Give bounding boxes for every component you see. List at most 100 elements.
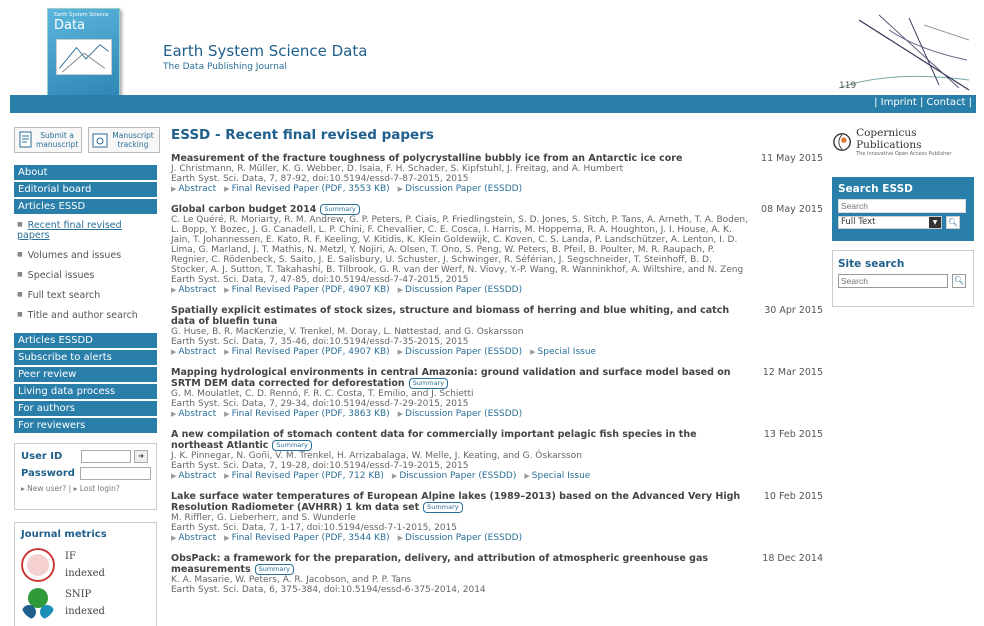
paper-link[interactable]: Abstract [178,347,216,357]
paper-link[interactable]: Abstract [178,533,216,543]
imprint-contact-links[interactable]: | Imprint | Contact | [874,97,972,108]
paper-title-text[interactable]: Global carbon budget 2014 [171,204,316,215]
paper-link[interactable]: Discussion Paper (ESSDD) [399,471,516,481]
summary-badge[interactable]: Summary [320,204,360,215]
subnav-item[interactable]: ■ Full text search [14,287,157,307]
paper-link[interactable]: Abstract [178,409,216,419]
paper-link[interactable]: Discussion Paper (ESSDD) [405,533,522,543]
paper-link[interactable]: Discussion Paper (ESSDD) [405,184,522,194]
paper-title-text[interactable]: Measurement of the fracture toughness of… [171,153,682,164]
arrow-icon: ▶ [171,185,177,193]
site-search-input[interactable] [838,274,948,288]
submit-manuscript-button[interactable]: Submit a manuscript [14,127,82,153]
nav-item[interactable]: Peer review [14,367,157,382]
paper-title[interactable]: ObsPack: a framework for the preparation… [171,553,751,575]
site-title[interactable]: Earth System Science Data [163,42,367,60]
paper-link[interactable]: Final Revised Paper (PDF, 4907 KB) [232,285,390,295]
summary-badge[interactable]: Summary [408,378,449,389]
paper-title[interactable]: Global carbon budget 2014 Summary [171,204,751,215]
metric-snip[interactable]: SNIP indexed [21,586,150,620]
arrow-icon: ▸ [73,484,78,493]
nav-item[interactable]: For reviewers [14,418,157,433]
arrow-icon: ▸ [21,484,25,493]
journal-cover-image[interactable]: Earth System Science Data [47,8,120,98]
login-go-icon[interactable]: ➜ [134,450,148,463]
summary-badge[interactable]: Summary [423,502,463,513]
paper-link[interactable]: Final Revised Paper (PDF, 3553 KB) [232,184,390,194]
paper-citation: Earth Syst. Sci. Data, 6, 375-384, doi:1… [171,585,486,595]
paper-title-text[interactable]: Spatially explicit estimates of stock si… [171,305,729,327]
paper-link[interactable]: Final Revised Paper (PDF, 3544 KB) [232,533,390,543]
paper-title-text[interactable]: A new compilation of stomach content dat… [171,429,697,451]
metric-name: SNIP [65,589,92,600]
paper-link[interactable]: Final Revised Paper (PDF, 712 KB) [232,471,384,481]
paper-link[interactable]: Special Issue [532,471,591,481]
left-sidebar: Submit a manuscript Manuscript tracking … [14,127,160,626]
paper-link[interactable]: Discussion Paper (ESSDD) [405,409,522,419]
search-icon[interactable]: 🔍︎ [952,274,966,288]
search-type-select[interactable]: Full Text ▼ [838,216,942,229]
subnav-item-label: Full text search [27,290,101,301]
nav-item[interactable]: Articles ESSDD [14,333,157,348]
paper-citation: Earth Syst. Sci. Data, 7, 35-46, doi:10.… [171,337,469,347]
paper-authors: G. Huse, B. R. MacKenzie, V. Trenkel, M.… [171,327,524,337]
paper-link[interactable]: Final Revised Paper (PDF, 3863 KB) [232,409,390,419]
paper-title[interactable]: Measurement of the fracture toughness of… [171,153,751,164]
search-icon[interactable]: 🔍︎ [946,216,960,229]
nav-item[interactable]: Subscribe to alerts [14,350,157,365]
subnav-item-label: Volumes and issues [27,250,122,261]
nav-item[interactable]: About [14,165,157,180]
arrow-icon: ▶ [524,472,530,480]
search-essd-input[interactable] [838,199,966,213]
subnav-item-label: Recent final revised papers [17,220,122,241]
copernicus-logo[interactable]: Copernicus Publications The Innovative O… [832,127,974,157]
subnav-item[interactable]: ■ Recent final revised papers [14,217,157,247]
subnav-item[interactable]: ■ Title and author search [14,307,157,327]
paper-title[interactable]: Spatially explicit estimates of stock si… [171,305,751,327]
subnav-item[interactable]: ■ Volumes and issues [14,247,157,267]
paper-link[interactable]: Special Issue [538,347,597,357]
lost-login-link[interactable]: Lost login? [80,484,120,493]
password-label: Password [21,468,75,479]
tracking-icon [92,133,108,148]
paper-title-text[interactable]: ObsPack: a framework for the preparation… [171,553,708,575]
nav-item[interactable]: Editorial board [14,182,157,197]
paper-links: ▶ Abstract ▶ Final Revised Paper (PDF, 4907… [171,347,823,357]
paper-links: ▶ Abstract ▶ Final Revised Paper (PDF, 3863… [171,409,823,419]
summary-badge[interactable]: Summary [272,440,312,451]
arrow-icon: ▶ [171,410,177,418]
user-id-input[interactable] [81,450,131,463]
new-user-link[interactable]: New user? [27,484,66,493]
bullet-icon: ■ [17,291,23,298]
paper-link[interactable]: Discussion Paper (ESSDD) [405,285,522,295]
paper-link[interactable]: Discussion Paper (ESSDD) [405,347,522,357]
chevron-down-icon: ▼ [929,217,941,228]
paper-title-text[interactable]: Mapping hydrological environments in cen… [171,367,730,389]
nav-item[interactable]: Living data process [14,384,157,399]
summary-badge[interactable]: Summary [254,564,295,575]
nav-item[interactable]: Articles ESSD [14,199,157,214]
subnav-item[interactable]: ■ Special issues [14,267,157,287]
paper-title[interactable]: Lake surface water temperatures of Europ… [171,491,751,513]
paper-link[interactable]: Abstract [178,471,216,481]
paper-title[interactable]: A new compilation of stomach content dat… [171,429,751,451]
arrow-icon: ▶ [224,185,230,193]
arrow-icon: ▶ [397,410,404,418]
paper-entry: Global carbon budget 2014 Summary 08 May 2… [171,204,823,295]
paper-link[interactable]: Abstract [178,184,216,194]
metric-if[interactable]: IF indexed [21,548,150,582]
submit-manuscript-label: Submit a manuscript [36,131,79,149]
paper-links: ▶ Abstract ▶ Final Revised Paper (PDF, 3553… [171,184,823,194]
manuscript-tracking-button[interactable]: Manuscript tracking [88,127,160,153]
paper-link[interactable]: Final Revised Paper (PDF, 4907 KB) [232,347,390,357]
nav-item[interactable]: For authors [14,401,157,416]
arrow-icon: ▶ [224,348,230,356]
paper-link[interactable]: Abstract [178,285,216,295]
password-input[interactable] [80,467,151,480]
page-title: ESSD - Recent final revised papers [171,127,434,143]
paper-title[interactable]: Mapping hydrological environments in cen… [171,367,751,389]
subnav-item-label: Special issues [27,270,95,281]
impact-factor-badge-icon [21,548,55,582]
subnav-item-label: Title and author search [27,310,138,321]
document-icon [19,131,32,148]
